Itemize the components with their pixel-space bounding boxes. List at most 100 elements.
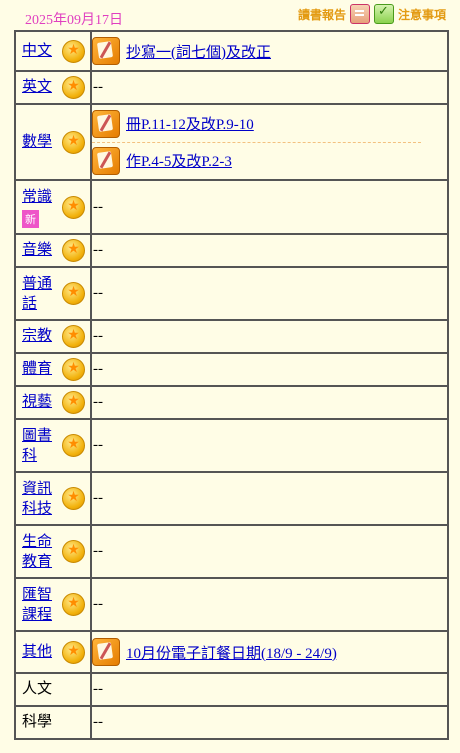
subject-link-english[interactable]: 英文 (22, 77, 52, 98)
homework-cell: -- (90, 471, 449, 526)
star-icon[interactable] (62, 325, 85, 348)
homework-pencil-icon (92, 109, 120, 138)
empty-placeholder: -- (93, 681, 103, 697)
empty-placeholder: -- (93, 361, 103, 377)
subject-cell: 人文 (14, 672, 92, 707)
homework-cell: 10月份電子訂餐日期(18/9 - 24/9) (90, 630, 449, 674)
report-icon[interactable] (349, 4, 370, 24)
star-icon[interactable] (62, 282, 85, 305)
reading-report-link[interactable]: 讀書報告 (298, 6, 346, 23)
subject-link-general-studies[interactable]: 常識 (22, 189, 52, 205)
subject-label-science: 科學 (22, 714, 53, 730)
homework-link[interactable]: 作P.4-5及改P.2-3 (126, 150, 232, 171)
empty-placeholder: -- (93, 714, 103, 730)
subject-cell: 普通話 (14, 266, 92, 321)
subject-cell: 其他 (14, 630, 92, 674)
homework-cell: 冊P.11-12及改P.9-10 作P.4-5及改P.2-3 (90, 103, 449, 181)
homework-cell: -- (90, 266, 449, 321)
star-icon[interactable] (62, 76, 85, 99)
homework-cell: -- (90, 577, 449, 632)
homework-cell: -- (90, 418, 449, 473)
homework-cell: 抄寫一(詞七個)及改正 (90, 30, 449, 72)
subject-link-pe[interactable]: 體育 (22, 359, 52, 380)
subject-link-religion[interactable]: 宗教 (22, 326, 52, 347)
table-row: 體育 -- (14, 352, 449, 387)
homework-pencil-icon (92, 638, 120, 666)
homework-cell: -- (90, 524, 449, 579)
homework-link[interactable]: 冊P.11-12及改P.9-10 (126, 113, 254, 134)
empty-placeholder: -- (93, 394, 103, 410)
homework-cell: -- (90, 233, 449, 268)
subject-link-library[interactable]: 圖書科 (22, 426, 52, 466)
star-icon[interactable] (62, 640, 85, 664)
subject-link-wisdom-course[interactable]: 匯智課程 (22, 585, 52, 625)
top-bar: 2025年09月17日 讀書報告 注意事項 (0, 0, 460, 30)
top-links: 讀書報告 注意事項 (298, 4, 446, 24)
subject-link-life-education[interactable]: 生命教育 (22, 532, 52, 572)
subject-cell: 視藝 (14, 385, 92, 420)
subject-link-putonghua[interactable]: 普通話 (22, 274, 52, 314)
subject-cell: 科學 (14, 705, 92, 740)
empty-placeholder: -- (93, 490, 103, 506)
star-icon[interactable] (62, 39, 85, 63)
empty-placeholder: -- (93, 198, 103, 215)
star-icon[interactable] (62, 540, 85, 563)
empty-placeholder: -- (93, 328, 103, 344)
table-row: 圖書科 -- (14, 418, 449, 473)
homework-item: 10月份電子訂餐日期(18/9 - 24/9) (92, 634, 447, 670)
homework-link[interactable]: 10月份電子訂餐日期(18/9 - 24/9) (126, 642, 337, 663)
star-icon[interactable] (62, 391, 85, 414)
table-row: 視藝 -- (14, 385, 449, 420)
empty-placeholder: -- (93, 543, 103, 559)
subject-label-humanities: 人文 (22, 681, 53, 697)
subject-cell: 音樂 (14, 233, 92, 268)
notes-check-icon[interactable] (373, 4, 394, 24)
subject-cell: 體育 (14, 352, 92, 387)
subject-cell: 英文 (14, 70, 92, 105)
homework-cell: -- (90, 70, 449, 105)
homework-cell: -- (90, 352, 449, 387)
subject-cell: 數學 (14, 103, 92, 181)
table-row: 人文 -- (14, 672, 449, 707)
homework-item: 作P.4-5及改P.2-3 (92, 141, 421, 179)
subject-link-others[interactable]: 其他 (22, 642, 52, 663)
subject-link-it[interactable]: 資訊科技 (22, 479, 52, 519)
homework-table: 中文 抄寫一(詞七個)及改正 英文 -- 數學 冊P.11-12及改 (14, 30, 449, 740)
table-row: 英文 -- (14, 70, 449, 105)
star-icon[interactable] (62, 130, 85, 154)
empty-placeholder: -- (93, 596, 103, 612)
notes-link[interactable]: 注意事項 (398, 6, 446, 23)
table-row: 生命教育 -- (14, 524, 449, 579)
homework-link[interactable]: 抄寫一(詞七個)及改正 (126, 41, 271, 62)
star-icon[interactable] (62, 593, 85, 616)
subject-link-visual-arts[interactable]: 視藝 (22, 392, 52, 413)
table-row: 其他 10月份電子訂餐日期(18/9 - 24/9) (14, 630, 449, 674)
empty-placeholder: -- (93, 79, 103, 95)
homework-item: 冊P.11-12及改P.9-10 (92, 106, 447, 142)
homework-cell: -- (90, 705, 449, 740)
new-badge: 新 (22, 209, 39, 228)
empty-placeholder: -- (93, 285, 103, 301)
star-icon[interactable] (62, 487, 85, 510)
empty-placeholder: -- (93, 242, 103, 258)
subject-cell: 常識 新 (14, 179, 92, 235)
star-icon[interactable] (62, 434, 85, 457)
subject-cell: 宗教 (14, 319, 92, 354)
star-icon[interactable] (62, 358, 85, 381)
date-label: 2025年09月17日 (25, 13, 123, 28)
subject-cell: 圖書科 (14, 418, 92, 473)
subject-cell: 生命教育 (14, 524, 92, 579)
star-icon[interactable] (62, 239, 85, 262)
table-row: 數學 冊P.11-12及改P.9-10 作P.4-5及改P.2-3 (14, 103, 449, 181)
table-row: 普通話 -- (14, 266, 449, 321)
table-row: 匯智課程 -- (14, 577, 449, 632)
table-row: 資訊科技 -- (14, 471, 449, 526)
subject-link-math[interactable]: 數學 (22, 132, 52, 153)
subject-link-music[interactable]: 音樂 (22, 240, 52, 261)
star-icon[interactable] (62, 195, 85, 219)
subject-link-chinese[interactable]: 中文 (22, 41, 52, 62)
homework-cell: -- (90, 672, 449, 707)
table-row: 常識 新 -- (14, 179, 449, 235)
homework-pencil-icon (92, 37, 120, 65)
homework-pencil-icon (92, 146, 120, 175)
